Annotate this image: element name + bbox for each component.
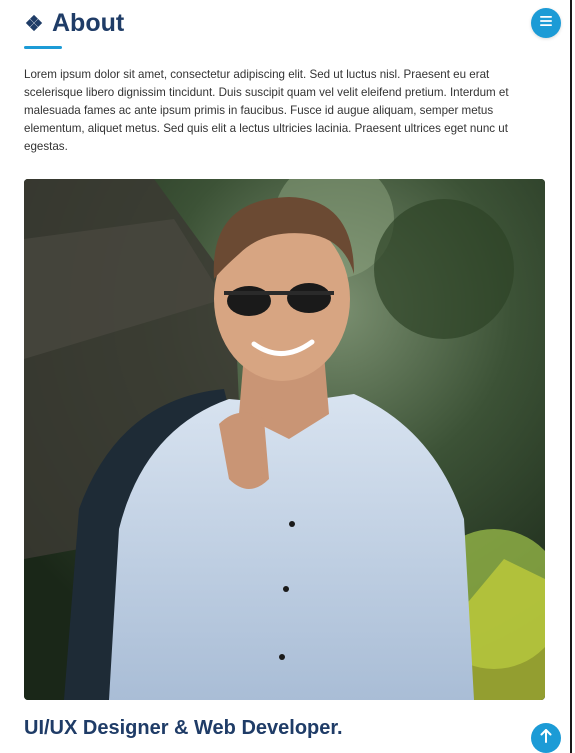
role-heading: UI/UX Designer & Web Developer. <box>24 717 343 739</box>
title-underline <box>24 46 62 49</box>
scroll-to-top-button[interactable] <box>531 723 561 753</box>
menu-icon <box>539 14 553 32</box>
section-title-text: About <box>52 8 125 37</box>
page-edge-divider <box>570 0 572 753</box>
section-title: About <box>24 6 124 40</box>
about-description: Lorem ipsum dolor sit amet, consectetur … <box>24 68 509 153</box>
menu-button[interactable] <box>531 8 561 38</box>
profile-photo <box>24 179 545 700</box>
about-page: About Lorem ipsum dolor sit amet, consec… <box>0 0 575 753</box>
arrow-up-icon <box>540 728 552 748</box>
diamond-icon <box>24 13 44 33</box>
